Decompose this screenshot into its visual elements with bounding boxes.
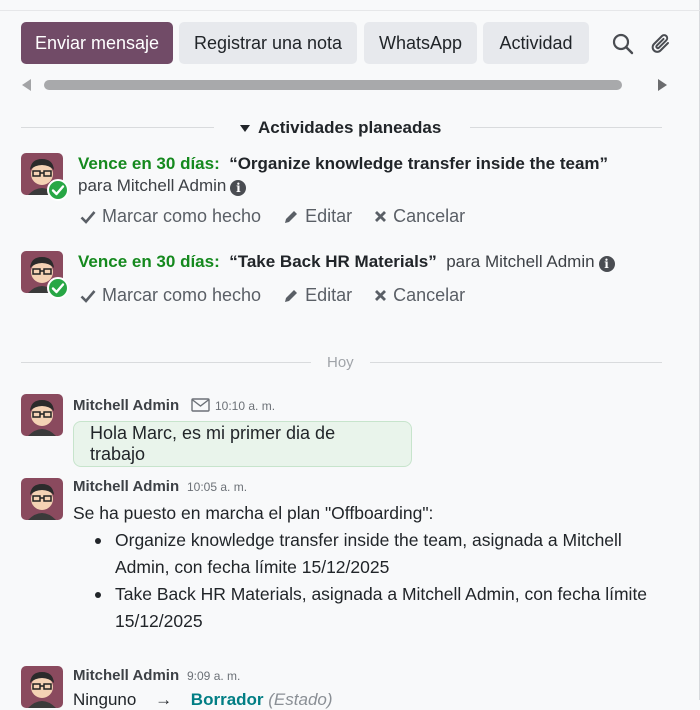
- activity-item: Vence en 30 días: “Organize knowledge tr…: [78, 153, 638, 197]
- scroll-right-arrow-icon[interactable]: [658, 79, 667, 91]
- activity-item: Vence en 30 días: “Take Back HR Material…: [78, 251, 678, 273]
- top-divider: [0, 10, 700, 11]
- mark-done-label: Marcar como hecho: [102, 206, 262, 226]
- message-author[interactable]: Mitchell Admin: [73, 667, 179, 684]
- cancel-label: Cancelar: [393, 285, 466, 305]
- caret-down-icon: [240, 124, 250, 132]
- mark-done-label: Marcar como hecho: [102, 285, 262, 305]
- mark-done-button[interactable]: Marcar como hecho: [80, 285, 261, 306]
- edit-label: Editar: [305, 206, 353, 226]
- activity-due: Vence en 30 días:: [78, 154, 220, 173]
- send-message-button[interactable]: Enviar mensaje: [21, 22, 173, 64]
- activity-actions: Marcar como hecho Editar Cancelar: [80, 206, 487, 227]
- message-time: 10:05 a. m.: [187, 480, 248, 494]
- message-body: Se ha puesto en marcha el plan "Offboard…: [73, 503, 434, 523]
- date-separator: Hoy: [327, 354, 354, 371]
- horizontal-scrollbar[interactable]: [22, 78, 672, 92]
- scroll-left-arrow-icon[interactable]: [22, 79, 31, 91]
- message-time: 9:09 a. m.: [187, 669, 241, 683]
- close-icon: [375, 211, 387, 222]
- cancel-button[interactable]: Cancelar: [374, 206, 465, 227]
- list-item: Take Back HR Materials, asignada a Mitch…: [73, 581, 673, 635]
- tracking-value-change: Ninguno → Borrador (Estado): [73, 690, 333, 710]
- avatar: [21, 394, 63, 436]
- info-icon[interactable]: i: [598, 256, 615, 272]
- date-divider-left: [21, 362, 311, 363]
- cancel-label: Cancelar: [393, 206, 466, 226]
- done-check-icon: [47, 179, 69, 201]
- pencil-icon: [285, 289, 298, 302]
- message-bubble: Hola Marc, es mi primer dia de trabajo: [73, 421, 412, 467]
- divider-right: [470, 127, 662, 128]
- planned-activities-title: Actividades planeadas: [258, 118, 442, 137]
- envelope-icon: [191, 398, 210, 417]
- info-icon[interactable]: i: [230, 180, 247, 196]
- paperclip-icon[interactable]: [649, 32, 673, 56]
- activity-due: Vence en 30 días:: [78, 252, 220, 271]
- edit-button[interactable]: Editar: [283, 285, 352, 306]
- list-item: Organize knowledge transfer inside the t…: [73, 527, 673, 581]
- activity-assignee: para Mitchell Admin: [78, 176, 227, 195]
- pencil-icon: [285, 210, 298, 223]
- search-icon[interactable]: [611, 32, 635, 56]
- edit-button[interactable]: Editar: [283, 206, 352, 227]
- activity-actions: Marcar como hecho Editar Cancelar: [80, 285, 487, 306]
- check-icon: [80, 210, 96, 224]
- divider-left: [21, 127, 214, 128]
- message-author[interactable]: Mitchell Admin: [73, 478, 179, 495]
- message-time: 10:10 a. m.: [215, 399, 276, 413]
- done-check-icon: [47, 277, 69, 299]
- whatsapp-button[interactable]: WhatsApp: [364, 22, 477, 64]
- activity-title: “Organize knowledge transfer inside the …: [229, 154, 609, 173]
- planned-activities-toggle[interactable]: Actividades planeadas: [240, 118, 441, 138]
- chatter-toolbar: Enviar mensaje Registrar una nota WhatsA…: [21, 22, 700, 66]
- check-icon: [80, 289, 96, 303]
- date-divider-right: [370, 362, 662, 363]
- message-author[interactable]: Mitchell Admin: [73, 397, 179, 414]
- activity-button[interactable]: Actividad: [483, 22, 589, 64]
- scrollbar-thumb[interactable]: [44, 80, 622, 90]
- close-icon: [375, 290, 387, 301]
- message-bullet-list: Organize knowledge transfer inside the t…: [73, 527, 673, 635]
- avatar: [21, 478, 63, 520]
- mark-done-button[interactable]: Marcar como hecho: [80, 206, 261, 227]
- avatar: [21, 666, 63, 708]
- activity-assignee: para Mitchell Admin: [446, 252, 595, 271]
- edit-label: Editar: [305, 285, 353, 305]
- log-note-button[interactable]: Registrar una nota: [179, 22, 357, 64]
- cancel-button[interactable]: Cancelar: [374, 285, 465, 306]
- activity-title: “Take Back HR Materials”: [229, 252, 437, 271]
